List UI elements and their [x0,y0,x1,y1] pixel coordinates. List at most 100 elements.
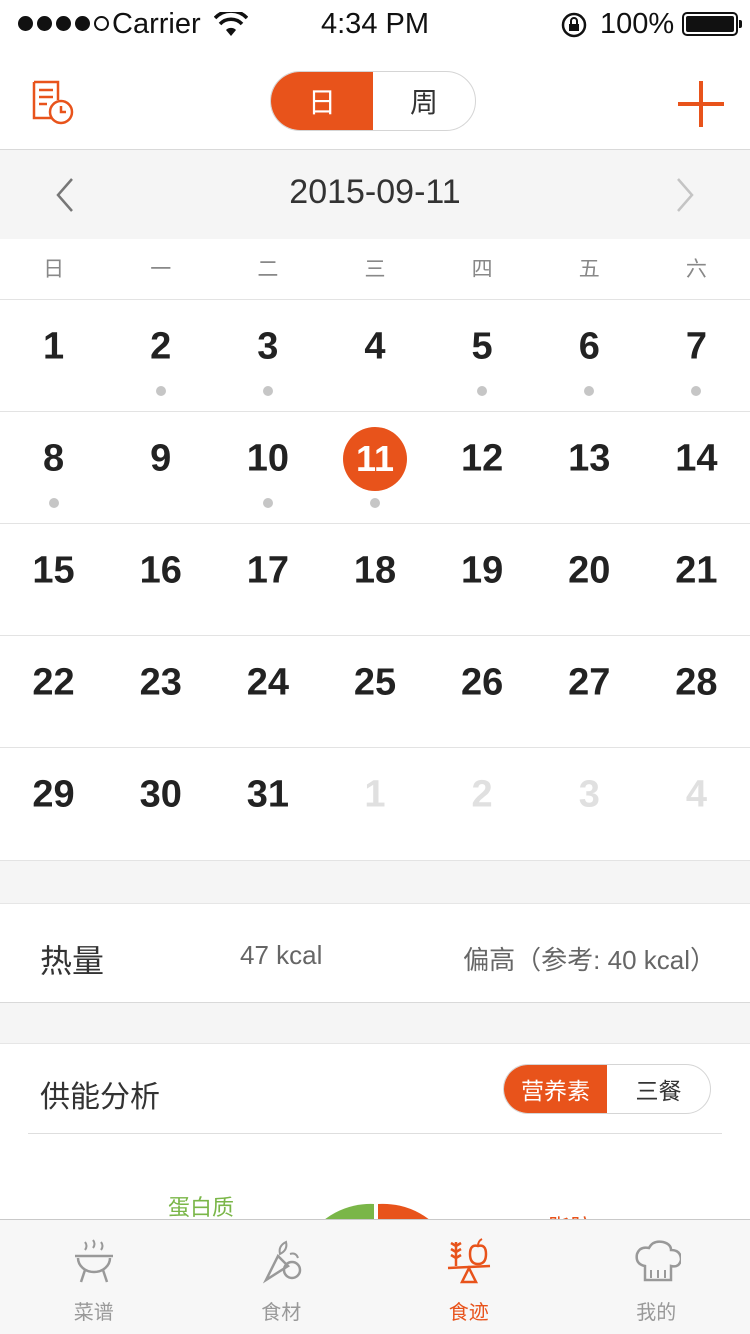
calendar-day-number: 12 [460,437,504,480]
battery-icon [682,12,742,36]
calendar-day[interactable]: 1 [0,300,107,411]
tab-profile[interactable]: 我的 [563,1220,750,1334]
battery-percentage: 100% [600,8,675,40]
calendar-day[interactable]: 20 [536,524,643,635]
calendar-day[interactable]: 29 [0,748,107,860]
calorie-summary[interactable]: 热量 47 kcal 偏高（参考: 40 kcal） [0,903,750,1003]
wheat-apple-scale-icon [447,1238,490,1284]
record-indicator-dot [48,498,59,508]
calendar-day-number: 28 [675,661,718,704]
calendar-day[interactable]: 7 [643,300,750,411]
weekday-label: 一 [150,258,172,281]
day-week-segmented-control: 日 周 [270,71,476,131]
calendar-day-number: 5 [471,325,493,368]
calendar-day[interactable]: 9 [107,412,214,523]
calendar-day-selected[interactable]: 11 [321,412,428,523]
calendar-day-number: 10 [246,437,289,480]
divider [28,1133,722,1134]
month-calendar: 1 2 3 4 5 6 7 8 9 10 11 12 13 14 15 16 17 18 19 20 21 22 23 24 2… [0,300,750,861]
tab-recipes[interactable]: 菜谱 [0,1220,188,1334]
calendar-day-number: 25 [353,661,397,704]
calendar-day[interactable]: 15 [0,524,107,635]
calendar-day[interactable]: 17 [214,524,321,635]
calendar-day[interactable]: 27 [536,636,643,747]
calendar-day-number: 31 [246,773,289,816]
tab-label: 食材 [261,1302,302,1324]
calendar-day-number: 1 [364,773,386,816]
calendar-day[interactable]: 30 [107,748,214,860]
calendar-day-number: 29 [32,773,75,816]
calendar-day-number: 16 [139,549,182,592]
calendar-day[interactable]: 12 [429,412,536,523]
nutrient-meal-toggle: 营养素 三餐 [503,1064,711,1114]
tab-label: 菜谱 [73,1302,114,1324]
calendar-day[interactable]: 5 [429,300,536,411]
record-indicator-dot [262,498,273,508]
calendar-day[interactable]: 28 [643,636,750,747]
weekday-label: 四 [471,258,493,281]
calendar-day[interactable]: 22 [0,636,107,747]
calendar-day[interactable]: 31 [214,748,321,860]
diet-log-history-icon[interactable] [28,78,76,126]
tab-label: 我的 [636,1302,677,1324]
calendar-day[interactable]: 8 [0,412,107,523]
calendar-day-number: 7 [685,325,707,368]
calendar-day[interactable]: 4 [321,300,428,411]
calendar-day-number: 14 [675,437,718,480]
calendar-week-row: 1 2 3 4 5 6 7 [0,300,750,412]
calendar-day[interactable]: 10 [214,412,321,523]
calendar-day-number: 30 [139,773,182,816]
current-date: 2015-09-11 [289,173,461,211]
segment-day[interactable]: 日 [271,72,373,130]
weekday-label: 六 [685,258,707,281]
rotation-lock-icon [561,12,587,38]
calendar-week-row: 8 9 10 11 12 13 14 [0,412,750,524]
record-indicator-dot [584,386,595,396]
calorie-label: 热量 [40,943,105,979]
tab-ingredients[interactable]: 食材 [188,1220,376,1334]
calendar-week-row: 22 23 24 25 26 27 28 [0,636,750,748]
calendar-day-number: 27 [568,661,611,704]
calendar-day[interactable]: 3 [214,300,321,411]
calendar-day-number: 19 [460,549,504,592]
calendar-day[interactable]: 26 [429,636,536,747]
fat-label: 脂肪 [548,1210,592,1219]
calendar-day-number: 8 [42,437,65,480]
calendar-day-number: 21 [675,549,718,592]
calendar-day: 1 [321,748,428,860]
calendar-day[interactable]: 16 [107,524,214,635]
vegetables-icon [263,1240,302,1284]
calendar-day[interactable]: 24 [214,636,321,747]
calendar-week-row: 15 16 17 18 19 20 21 [0,524,750,636]
calendar-day-number: 3 [578,773,600,816]
calendar-day[interactable]: 6 [536,300,643,411]
plus-icon[interactable] [678,81,724,127]
segment-week[interactable]: 周 [373,72,475,130]
calendar-day-number: 9 [150,437,172,480]
calendar-day-number: 15 [32,549,75,592]
calendar-day[interactable]: 14 [643,412,750,523]
pie-slice-protein [325,1203,374,1219]
protein-label: 蛋白质 [168,1195,235,1219]
toggle-meals[interactable]: 三餐 [607,1065,710,1113]
calendar-day-number: 4 [364,325,386,368]
calendar-day[interactable]: 2 [107,300,214,411]
chevron-right-icon[interactable] [664,175,704,215]
calendar-day[interactable]: 18 [321,524,428,635]
calendar-day[interactable]: 25 [321,636,428,747]
calendar-day[interactable]: 19 [429,524,536,635]
calendar-day[interactable]: 21 [643,524,750,635]
calendar-day[interactable]: 13 [536,412,643,523]
calendar-day-number: 4 [685,773,707,816]
tab-diet-log[interactable]: 食迹 [375,1220,563,1334]
nav-bar: 日 周 [0,50,750,150]
toggle-nutrients[interactable]: 营养素 [504,1065,607,1113]
status-bar: Carrier 4:34 PM 100% [0,0,750,50]
calendar-day[interactable]: 23 [107,636,214,747]
calendar-day-number: 2 [471,773,493,816]
weekday-label: 五 [578,258,600,281]
calendar-day: 3 [536,748,643,860]
weekday-label: 二 [257,258,279,281]
calendar-day: 2 [429,748,536,860]
calendar-day-number: 11 [342,427,407,491]
